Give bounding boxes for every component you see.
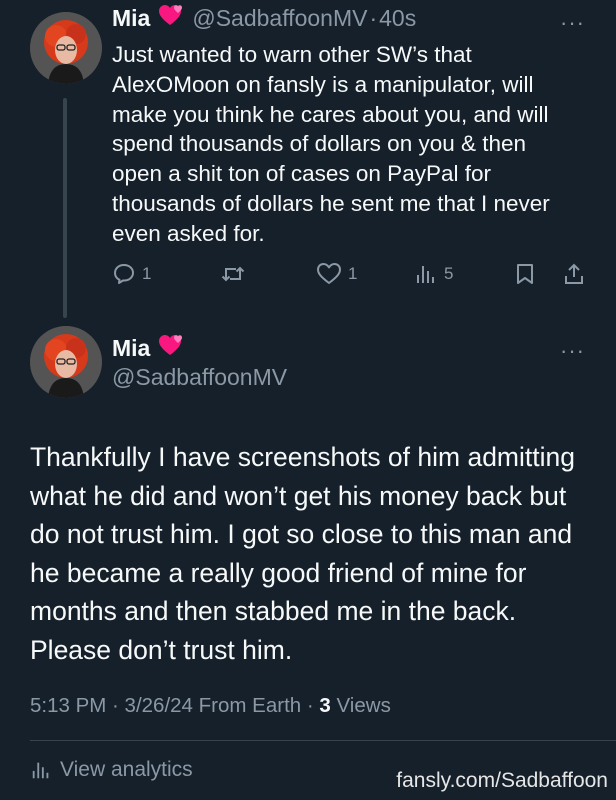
heart-emoji-icon: [158, 4, 184, 33]
separator-dot: ·: [369, 5, 378, 31]
more-options-icon[interactable]: ···: [560, 12, 585, 34]
avatar[interactable]: [30, 12, 102, 84]
analytics-label: View analytics: [60, 758, 193, 781]
views-label: Views: [330, 694, 391, 717]
views-count: 5: [444, 264, 454, 283]
time-date-source[interactable]: 5:13 PM · 3/26/24 From Earth ·: [30, 694, 319, 717]
tweet1-actions: 1 1 5: [112, 262, 590, 292]
display-name[interactable]: Mia: [112, 5, 150, 32]
share-icon: [565, 263, 583, 284]
retweet-icon: [221, 266, 245, 282]
watermark: fansly.com/Sadbaffoon: [396, 769, 608, 792]
views-button[interactable]: 5: [414, 262, 453, 286]
view-analytics-link[interactable]: View analytics: [30, 758, 193, 782]
like-button[interactable]: 1: [316, 262, 357, 286]
handle[interactable]: @SadbaffoonMV: [112, 364, 287, 391]
display-name[interactable]: Mia: [112, 335, 150, 362]
tweet1-header: Mia @SadbaffoonMV · 40s: [112, 4, 416, 33]
bookmark-icon: [517, 264, 533, 284]
retweet-button[interactable]: [220, 262, 252, 286]
avatar[interactable]: [30, 326, 102, 398]
share-button[interactable]: [562, 262, 586, 286]
tweet2-text: Thankfully I have screenshots of him adm…: [30, 442, 575, 665]
avatar-image: [30, 326, 102, 398]
thread-line: [63, 98, 67, 318]
timestamp[interactable]: 40s: [379, 5, 416, 32]
analytics-icon: [32, 762, 49, 779]
divider: [30, 740, 616, 741]
reply-count: 1: [142, 264, 152, 283]
tweet2-header: Mia: [112, 334, 184, 363]
reply-button[interactable]: 1: [112, 262, 151, 286]
tweet1-text: Just wanted to warn other SW’s that Alex…: [112, 42, 550, 246]
handle[interactable]: @SadbaffoonMV: [192, 5, 367, 32]
bookmark-button[interactable]: [514, 262, 536, 286]
more-options-icon[interactable]: ···: [560, 340, 585, 362]
reply-icon: [114, 264, 134, 284]
tweet-meta: 5:13 PM · 3/26/24 From Earth · 3 Views: [30, 694, 391, 718]
views-count: 3: [319, 694, 331, 717]
views-icon: [417, 266, 434, 283]
heart-emoji-icon: [158, 334, 184, 363]
like-icon: [317, 263, 341, 284]
avatar-image: [30, 12, 102, 84]
like-count: 1: [348, 264, 358, 283]
